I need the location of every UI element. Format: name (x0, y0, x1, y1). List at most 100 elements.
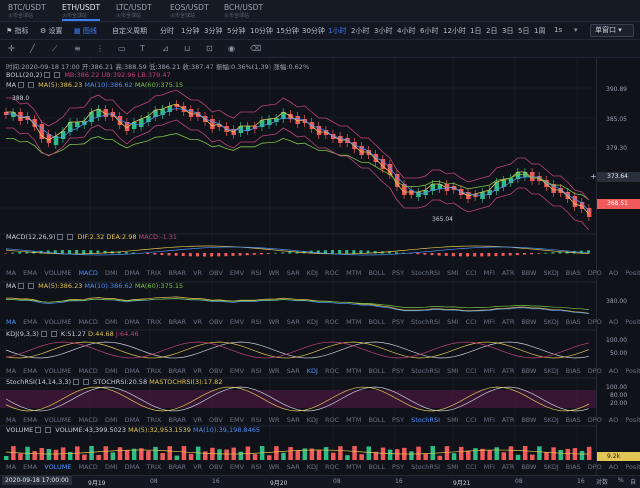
indicator-option[interactable]: SAR (287, 367, 300, 375)
indicator-option[interactable]: PSY (392, 367, 404, 375)
indicator-option[interactable]: DPO (588, 269, 602, 277)
indicator-option[interactable]: MA (6, 416, 16, 424)
indicator-option[interactable]: SAR (287, 463, 300, 471)
indicator-option[interactable]: WR (269, 463, 280, 471)
text-tool-icon[interactable]: T (140, 44, 145, 53)
indicator-option[interactable]: DPO (588, 318, 602, 326)
period-1w[interactable]: 1周 (534, 26, 545, 36)
indicator-option[interactable]: VOLUME (44, 269, 71, 277)
indicator-option[interactable]: BRAR (168, 318, 186, 326)
line-tool-icon[interactable]: ╱ (30, 44, 35, 53)
ray-tool-icon[interactable]: ⟋ (52, 44, 58, 54)
indicator-option[interactable]: TRIX (147, 318, 162, 326)
indicator-option[interactable]: CCI (466, 416, 477, 424)
close-box-icon[interactable] (83, 379, 89, 385)
indicator-option[interactable]: KDJ (307, 318, 318, 326)
indicator-option[interactable]: AO (609, 318, 618, 326)
indicator-option[interactable]: EMV (230, 367, 244, 375)
indicator-option[interactable]: KDJ (307, 367, 318, 375)
indicator-option[interactable]: DMI (105, 318, 118, 326)
indicator-option[interactable]: BIAS (566, 416, 581, 424)
indicator-option[interactable]: RSI (251, 416, 262, 424)
indicator-option[interactable]: PSY (392, 269, 404, 277)
crosshair-icon[interactable]: ✛ (8, 44, 15, 53)
channel-tool-icon[interactable]: ≡ (74, 44, 81, 53)
indicator-option[interactable]: BRAR (168, 269, 186, 277)
indicator-option[interactable]: CCI (466, 269, 477, 277)
indicator-option[interactable]: RSI (251, 269, 262, 277)
indicator-option[interactable]: BRAR (168, 463, 186, 471)
indicator-option[interactable]: BOLL (368, 416, 385, 424)
indicator-option[interactable]: VOLUME (44, 416, 71, 424)
trash-icon[interactable]: ⌫ (250, 44, 261, 53)
indicator-option[interactable]: RSI (251, 318, 262, 326)
window-mode-select[interactable]: 单窗口 ▾ (590, 24, 634, 37)
indicator-option[interactable]: DMI (105, 269, 118, 277)
settings-box-icon[interactable] (35, 427, 42, 433)
close-box-icon[interactable] (45, 427, 52, 433)
period-2h[interactable]: 2小时 (351, 26, 369, 36)
indicator-option[interactable]: EMV (230, 416, 244, 424)
indicator-option[interactable]: Position (625, 269, 640, 277)
indicator-option[interactable]: BBW (521, 269, 536, 277)
indicator-option[interactable]: BIAS (566, 463, 581, 471)
chart-canvas[interactable] (0, 58, 596, 478)
indicator-option[interactable]: TRIX (147, 416, 162, 424)
settings-button[interactable]: ⚙ 设置 (40, 26, 63, 36)
period-12h[interactable]: 12小时 (443, 26, 466, 36)
indicator-option[interactable]: ROC (325, 416, 339, 424)
indicator-option[interactable]: ROC (325, 463, 339, 471)
indicator-option[interactable]: ROC (325, 318, 339, 326)
indicator-option[interactable]: SKDJ (543, 269, 558, 277)
indicator-option[interactable]: EMV (230, 463, 244, 471)
indicator-option[interactable]: ATR (502, 318, 514, 326)
indicator-option[interactable]: BIAS (566, 318, 581, 326)
indicator-option[interactable]: EMA (23, 318, 37, 326)
auto-scale-button[interactable]: 自 (630, 477, 636, 486)
indicator-option[interactable]: DMA (124, 318, 139, 326)
indicator-option[interactable]: BBW (521, 416, 536, 424)
indicator-option[interactable]: MTM (346, 318, 361, 326)
indicator-option[interactable]: BBW (521, 318, 536, 326)
period-2d[interactable]: 2日 (486, 26, 497, 36)
period-1s[interactable]: 1s (554, 26, 562, 34)
lock-icon[interactable]: ⊡ (206, 44, 213, 53)
indicator-option[interactable]: MFI (484, 463, 495, 471)
indicator-option[interactable]: MFI (484, 269, 495, 277)
indicator-option[interactable]: ROC (325, 269, 339, 277)
indicator-option[interactable]: VOLUME (44, 463, 71, 471)
settings-box-icon[interactable] (73, 379, 79, 385)
close-box-icon[interactable] (67, 234, 74, 240)
indicator-option[interactable]: VR (193, 318, 202, 326)
indicator-option[interactable]: AO (609, 269, 618, 277)
indicator-option[interactable]: ROC (325, 367, 339, 375)
indicator-option[interactable]: WR (269, 416, 280, 424)
indicator-option[interactable]: BRAR (168, 416, 186, 424)
indicator-option[interactable]: OBV (209, 269, 223, 277)
indicator-option[interactable]: MACD (78, 367, 97, 375)
indicator-option[interactable]: MFI (484, 416, 495, 424)
indicator-option[interactable]: DPO (588, 416, 602, 424)
indicator-option[interactable]: SMI (447, 463, 459, 471)
settings-box-icon[interactable] (18, 283, 25, 289)
period-more-icon[interactable]: ▾ (574, 26, 578, 34)
tab-bch-usdt[interactable]: BCH/USDT 火币全球站 (224, 3, 263, 21)
indicator-option[interactable]: MA (6, 269, 16, 277)
indicator-option[interactable]: SAR (287, 269, 300, 277)
indicator-option[interactable]: MACD (78, 269, 97, 277)
indicator-option[interactable]: PSY (392, 416, 404, 424)
indicator-option[interactable]: StochRSI (411, 367, 440, 375)
measure-tool-icon[interactable]: ⊿ (162, 44, 169, 53)
indicator-option[interactable]: CCI (466, 463, 477, 471)
percent-scale-button[interactable]: % (618, 477, 624, 484)
indicator-option[interactable]: Position (625, 416, 640, 424)
indicator-option[interactable]: KDJ (307, 269, 318, 277)
fib-tool-icon[interactable]: ⋮ (96, 44, 104, 53)
indicator-option[interactable]: EMA (23, 463, 37, 471)
indicator-option[interactable]: VR (193, 463, 202, 471)
log-scale-button[interactable]: 对数 (596, 477, 608, 486)
indicator-option[interactable]: CCI (466, 318, 477, 326)
indicator-option[interactable]: MACD (78, 416, 97, 424)
indicator-option[interactable]: BIAS (566, 367, 581, 375)
period-1m[interactable]: 1分钟 (181, 26, 199, 36)
